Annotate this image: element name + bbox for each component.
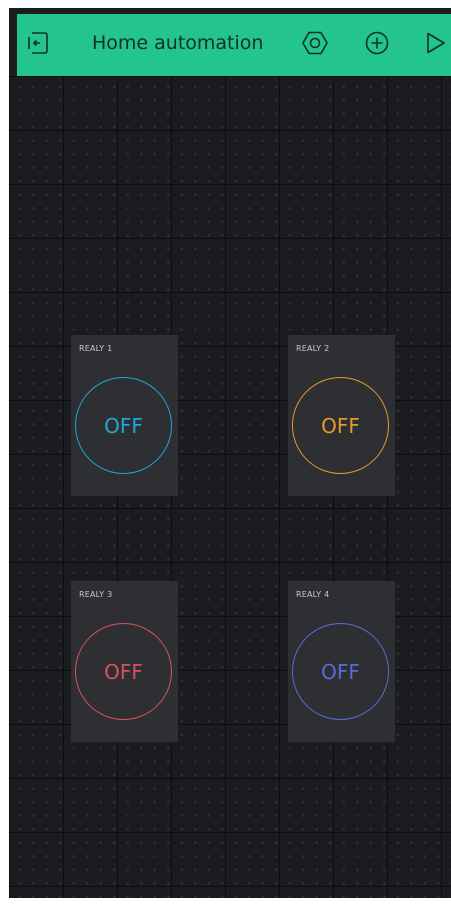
relay-4-button[interactable]: OFF (292, 623, 389, 720)
hexagon-settings-icon[interactable] (298, 26, 332, 60)
widget-label: REALY 2 (296, 344, 330, 353)
widget-label: REALY 4 (296, 590, 330, 599)
relay-1-widget: REALY 1 OFF (71, 335, 178, 496)
relay-1-button[interactable]: OFF (75, 377, 172, 474)
widget-label: REALY 1 (79, 344, 113, 353)
relay-3-widget: REALY 3 OFF (71, 581, 178, 742)
app-screen: Home automation REALY 1 OFF REALY 2 OFF … (9, 8, 451, 898)
exit-door-icon[interactable] (21, 26, 55, 60)
top-bar: Home automation (17, 14, 451, 76)
play-icon[interactable] (418, 26, 451, 60)
widget-label: REALY 3 (79, 590, 113, 599)
page-title: Home automation (92, 32, 264, 54)
add-widget-icon[interactable] (360, 26, 394, 60)
relay-4-widget: REALY 4 OFF (288, 581, 395, 742)
relay-3-button[interactable]: OFF (75, 623, 172, 720)
relay-2-button[interactable]: OFF (292, 377, 389, 474)
relay-2-widget: REALY 2 OFF (288, 335, 395, 496)
